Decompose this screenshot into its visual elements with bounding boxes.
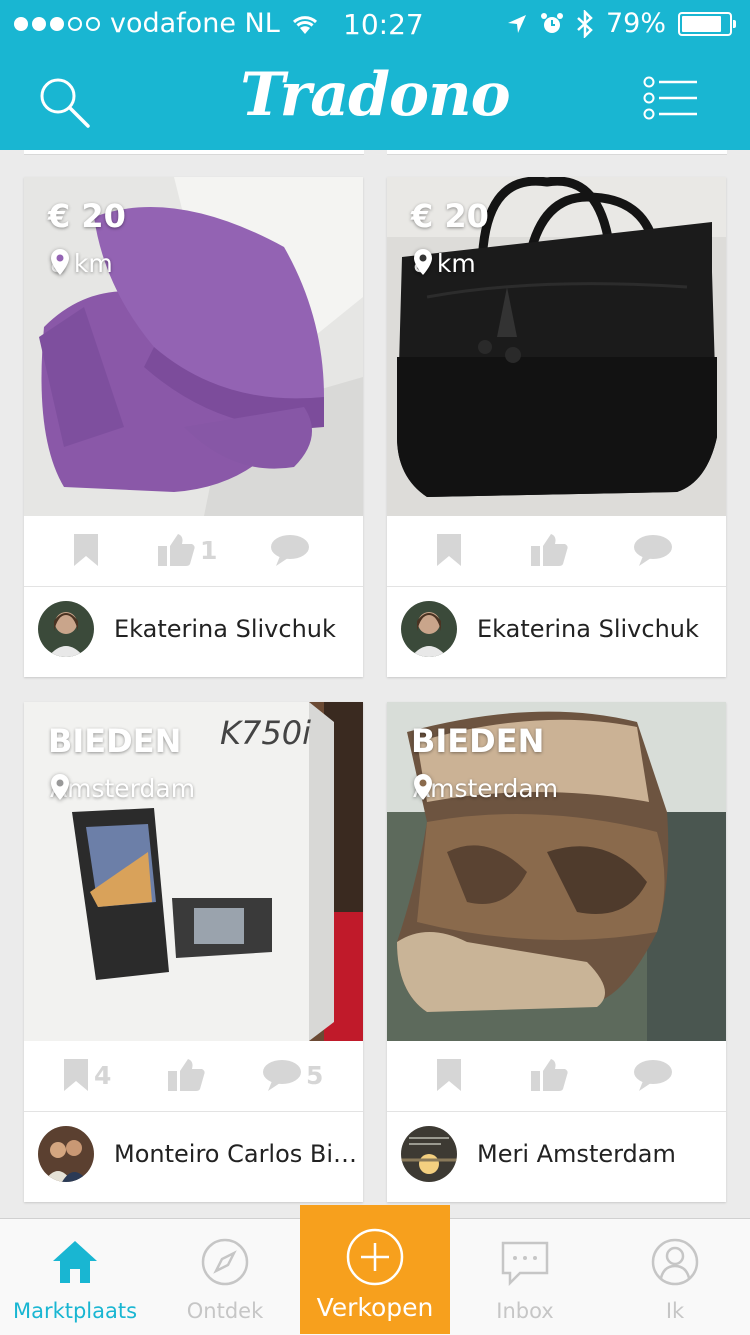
location-text: Amsterdam <box>413 774 559 803</box>
listing-actions <box>387 516 726 587</box>
listing-photo[interactable]: € 20 8 km <box>24 177 363 516</box>
listing-location: 8 km <box>413 249 476 278</box>
thumbs-up-icon <box>531 534 568 566</box>
bluetooth-icon <box>577 9 593 38</box>
previous-card-edge <box>387 150 727 155</box>
listing-photo[interactable]: BIEDEN Amsterdam <box>387 702 726 1041</box>
listing-actions: 4 5 <box>24 1041 363 1112</box>
like-button[interactable]: 1 <box>158 532 217 568</box>
listing-price: € 20 <box>411 197 489 235</box>
tab-marktplaats[interactable]: Marktplaats <box>0 1219 150 1335</box>
thumbs-up-icon <box>531 1059 568 1091</box>
previous-card-edge <box>24 150 364 155</box>
wifi-icon <box>292 15 317 34</box>
save-button[interactable] <box>435 532 467 568</box>
location-pin-icon <box>414 774 432 800</box>
listing-card[interactable]: € 20 8 km Ekaterina Slivchuk <box>387 177 726 677</box>
tab-label: Inbox <box>496 1299 554 1323</box>
location-pin-icon <box>51 249 69 275</box>
save-button[interactable]: 4 <box>62 1057 111 1093</box>
like-button[interactable] <box>531 532 573 568</box>
listing-card[interactable]: K750i BIEDEN Amsterdam 4 5 Monteiro Carl… <box>24 702 363 1202</box>
avatar[interactable] <box>401 1126 457 1182</box>
listing-actions: 1 <box>24 516 363 587</box>
avatar[interactable] <box>401 601 457 657</box>
location-pin-icon <box>414 249 432 275</box>
thumbs-up-icon <box>168 1059 205 1091</box>
comment-count: 5 <box>306 1060 324 1090</box>
tab-ik[interactable]: Ik <box>600 1219 750 1335</box>
listing-location: 8 km <box>50 249 113 278</box>
alarm-icon <box>540 12 563 33</box>
location-arrow-icon <box>507 14 526 33</box>
tab-label: Ontdek <box>186 1299 264 1323</box>
save-count: 4 <box>94 1060 112 1090</box>
seller-row[interactable]: Meri Amsterdam <box>387 1112 726 1202</box>
seller-name[interactable]: Ekaterina Slivchuk <box>477 615 723 643</box>
like-button[interactable] <box>531 1057 573 1093</box>
seller-name[interactable]: Monteiro Carlos Big... <box>114 1140 360 1168</box>
listing-photo[interactable]: € 20 8 km <box>387 177 726 516</box>
like-button[interactable] <box>168 1057 210 1093</box>
location-text: Amsterdam <box>50 774 196 803</box>
tab-label: Marktplaats <box>12 1299 138 1323</box>
profile-icon <box>651 1238 699 1286</box>
seller-name[interactable]: Meri Amsterdam <box>477 1140 723 1168</box>
tab-ontdek[interactable]: Ontdek <box>150 1219 300 1335</box>
listing-photo[interactable]: K750i BIEDEN Amsterdam <box>24 702 363 1041</box>
comment-button[interactable]: 5 <box>262 1057 323 1093</box>
tab-inbox[interactable]: Inbox <box>450 1219 600 1335</box>
tab-label: Verkopen <box>316 1293 434 1322</box>
chat-icon <box>501 1241 549 1287</box>
save-button[interactable] <box>72 532 104 568</box>
home-icon <box>53 1241 97 1283</box>
tab-label: Ik <box>665 1299 685 1323</box>
save-button[interactable] <box>435 1057 467 1093</box>
listing-actions <box>387 1041 726 1112</box>
comment-button[interactable] <box>633 1057 677 1093</box>
seller-row[interactable]: Monteiro Carlos Big... <box>24 1112 363 1202</box>
seller-name[interactable]: Ekaterina Slivchuk <box>114 615 360 643</box>
like-count: 1 <box>200 535 218 565</box>
listing-card[interactable]: € 20 8 km 1 Ekaterina Slivchuk <box>24 177 363 677</box>
listing-location: Amsterdam <box>413 774 558 803</box>
carrier-name: vodafone NL <box>110 8 280 39</box>
box-model-label: K750i <box>220 714 311 752</box>
avatar[interactable] <box>38 1126 94 1182</box>
avatar[interactable] <box>38 601 94 657</box>
compass-icon <box>201 1238 249 1286</box>
location-pin-icon <box>51 774 69 800</box>
app-logo: Tradono <box>240 60 510 130</box>
bookmark-icon <box>74 534 98 566</box>
product-feed[interactable]: € 20 8 km 1 Ekaterina Slivchuk € 20 8 km… <box>0 150 750 1218</box>
tab-verkopen[interactable]: Verkopen <box>300 1205 450 1334</box>
speech-bubble-icon <box>271 535 309 566</box>
seller-row[interactable]: Ekaterina Slivchuk <box>24 587 363 677</box>
list-menu-icon[interactable] <box>643 76 699 120</box>
navigation-bar: Tradono <box>0 50 750 150</box>
bookmark-icon <box>64 1059 88 1091</box>
listing-price: € 20 <box>48 197 126 235</box>
status-bar: vodafone NL 10:27 79% <box>0 0 750 50</box>
battery-icon <box>678 11 736 36</box>
bookmark-icon <box>437 534 461 566</box>
listing-location: Amsterdam <box>50 774 195 803</box>
listing-card[interactable]: BIEDEN Amsterdam Meri Amsterdam <box>387 702 726 1202</box>
speech-bubble-icon <box>634 535 672 566</box>
seller-row[interactable]: Ekaterina Slivchuk <box>387 587 726 677</box>
top-bar: vodafone NL 10:27 79% Tradono <box>0 0 750 150</box>
listing-price: BIEDEN <box>48 722 182 760</box>
battery-percent: 79% <box>605 8 666 39</box>
thumbs-up-icon <box>158 534 195 566</box>
plus-circle-icon <box>346 1228 404 1286</box>
comment-button[interactable] <box>633 532 677 568</box>
comment-button[interactable] <box>270 532 314 568</box>
speech-bubble-icon <box>263 1060 301 1091</box>
bookmark-icon <box>437 1059 461 1091</box>
listing-price: BIEDEN <box>411 722 545 760</box>
speech-bubble-icon <box>634 1060 672 1091</box>
signal-strength-icon <box>14 16 100 31</box>
clock: 10:27 <box>343 8 424 41</box>
